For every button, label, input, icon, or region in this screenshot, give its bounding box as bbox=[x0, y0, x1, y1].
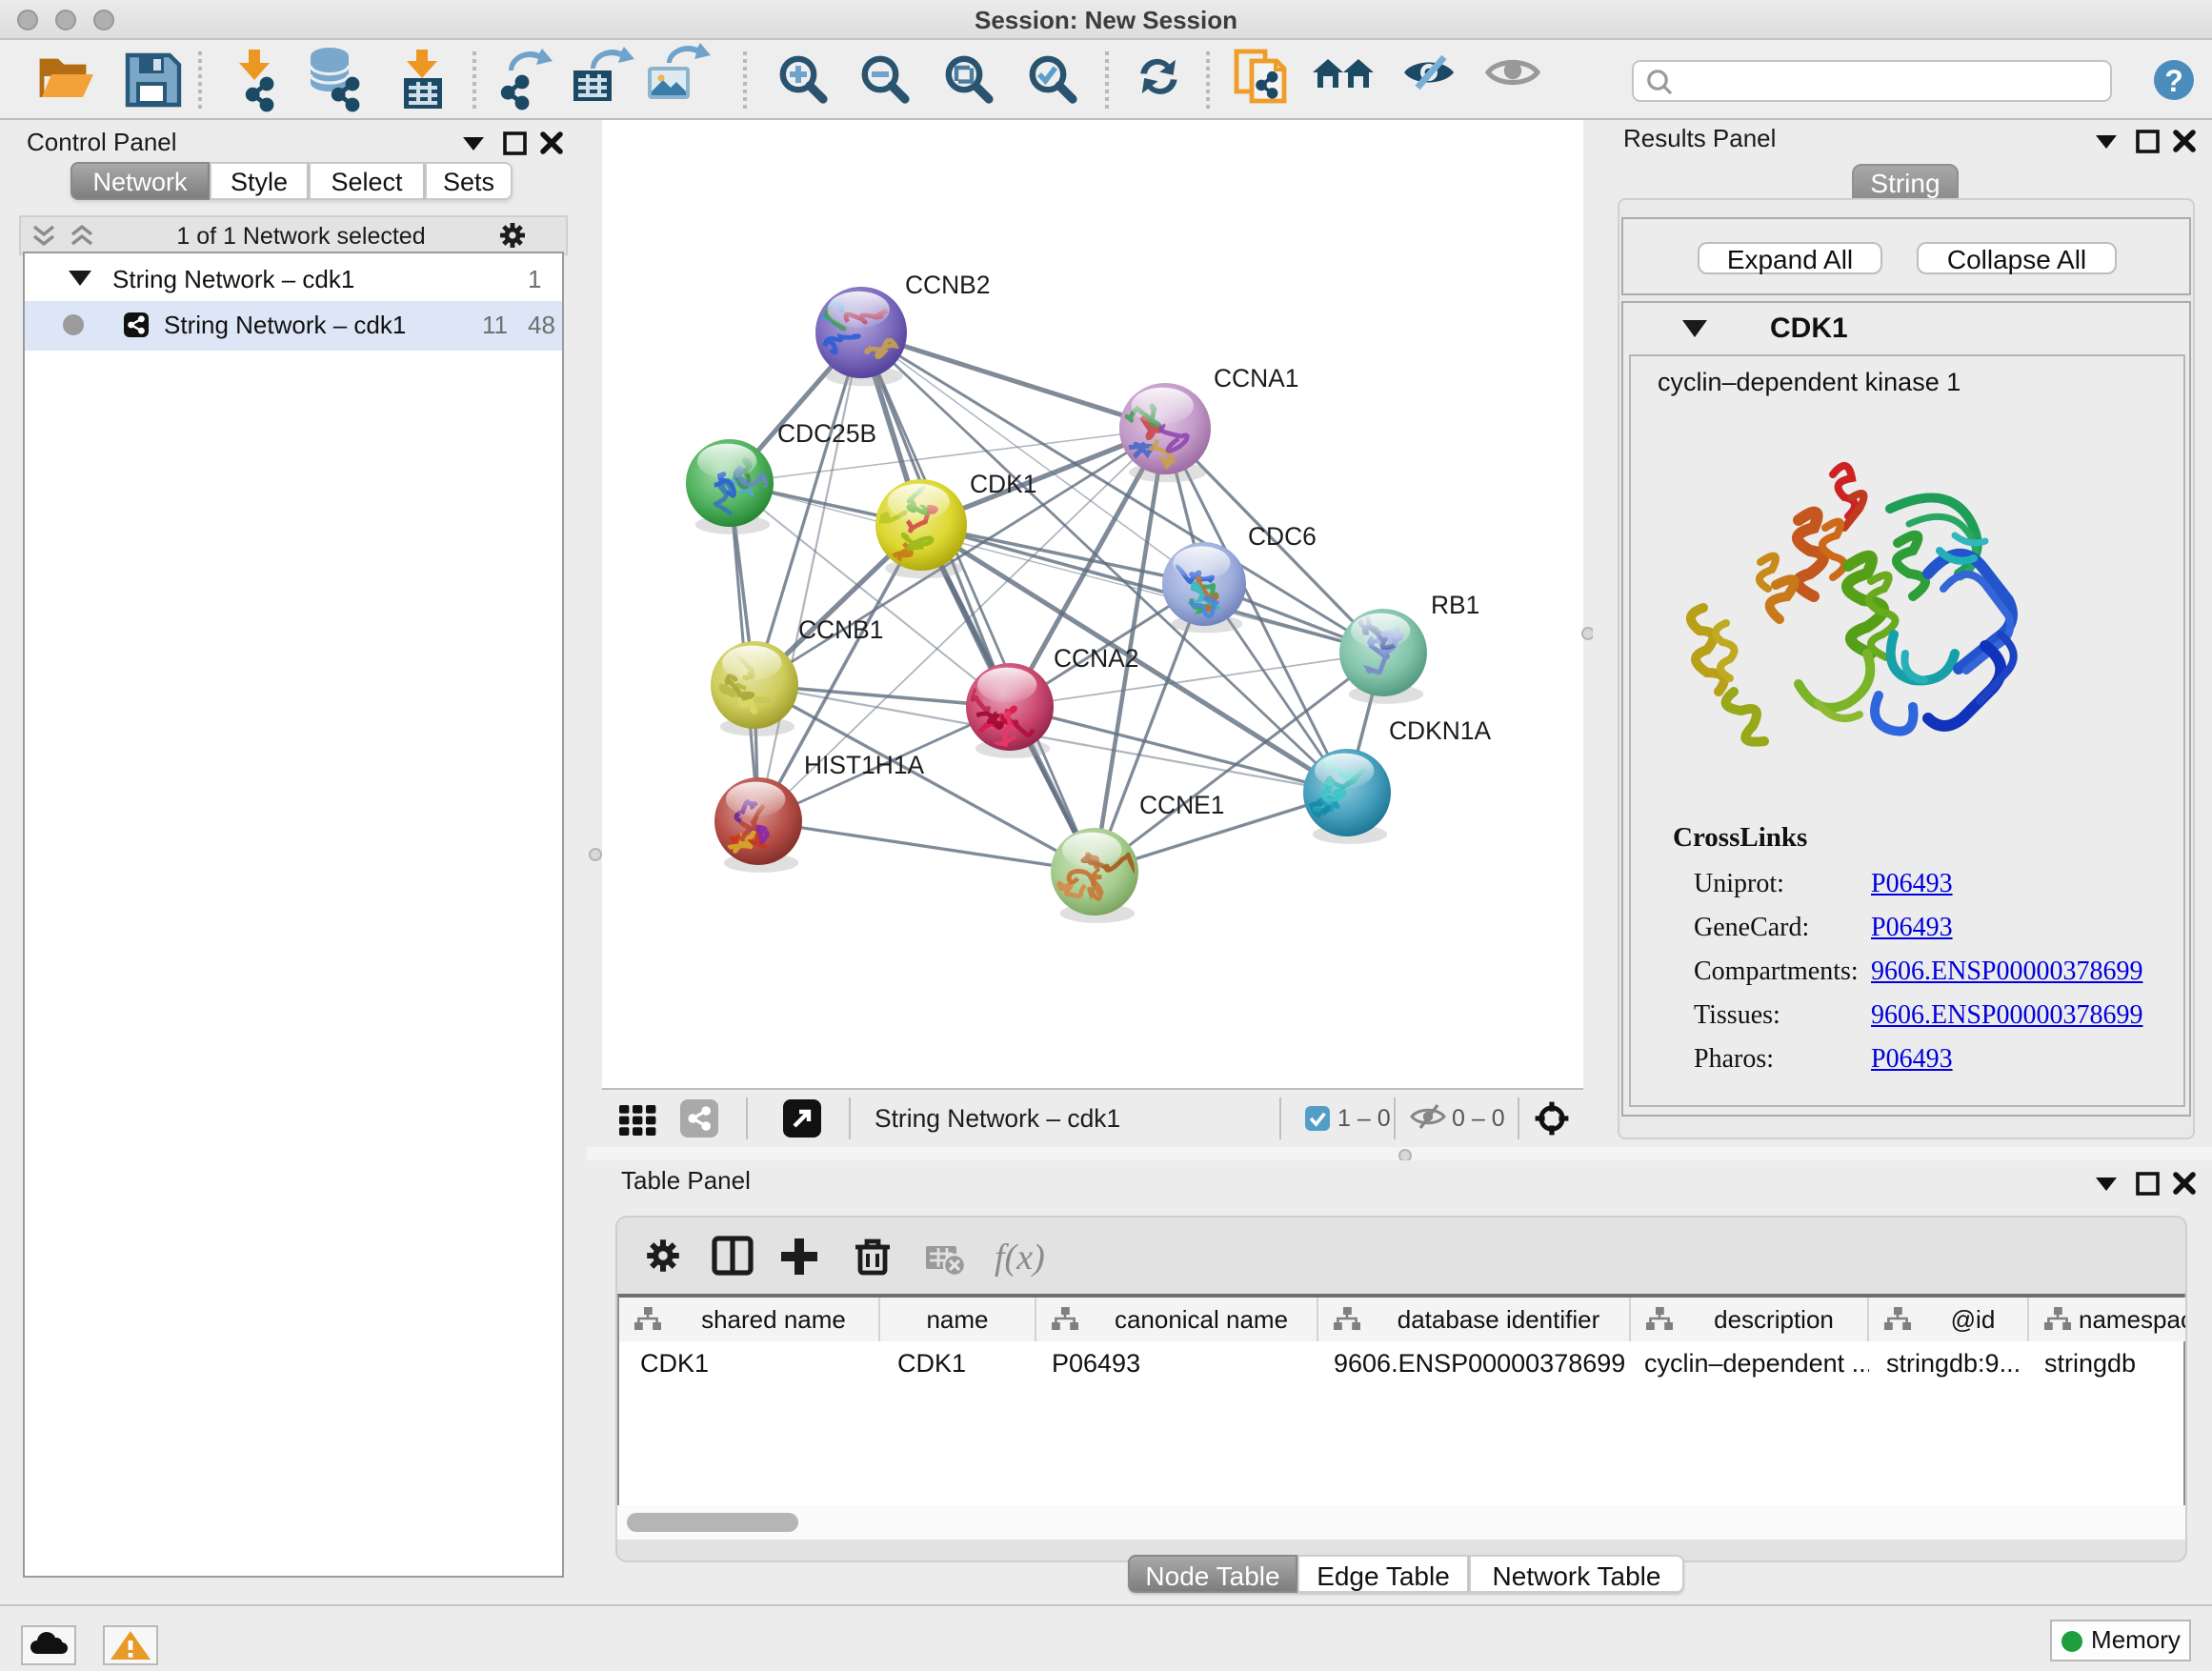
svg-text:CDKN1A: CDKN1A bbox=[1389, 716, 1491, 745]
svg-text:CCNA2: CCNA2 bbox=[1054, 644, 1138, 673]
svg-text:1 – 0: 1 – 0 bbox=[1337, 1105, 1391, 1132]
svg-text:0 – 0: 0 – 0 bbox=[1452, 1105, 1505, 1132]
svg-text:String Network – cdk1: String Network – cdk1 bbox=[875, 1104, 1120, 1133]
svg-text:CCNB1: CCNB1 bbox=[798, 615, 883, 644]
svg-text:RB1: RB1 bbox=[1431, 591, 1479, 619]
svg-text:CCNA1: CCNA1 bbox=[1214, 364, 1298, 393]
svg-text:CDK1: CDK1 bbox=[970, 470, 1036, 498]
svg-text:CDC25B: CDC25B bbox=[777, 419, 876, 448]
svg-text:CDC6: CDC6 bbox=[1248, 522, 1317, 551]
svg-text:HIST1H1A: HIST1H1A bbox=[804, 751, 925, 779]
svg-text:1 of 1 Network selected: 1 of 1 Network selected bbox=[176, 223, 425, 250]
svg-text:?: ? bbox=[2164, 64, 2183, 98]
svg-text:CCNB2: CCNB2 bbox=[905, 271, 990, 299]
svg-text:CCNE1: CCNE1 bbox=[1139, 791, 1224, 819]
svg-text:f(x): f(x) bbox=[995, 1238, 1045, 1278]
